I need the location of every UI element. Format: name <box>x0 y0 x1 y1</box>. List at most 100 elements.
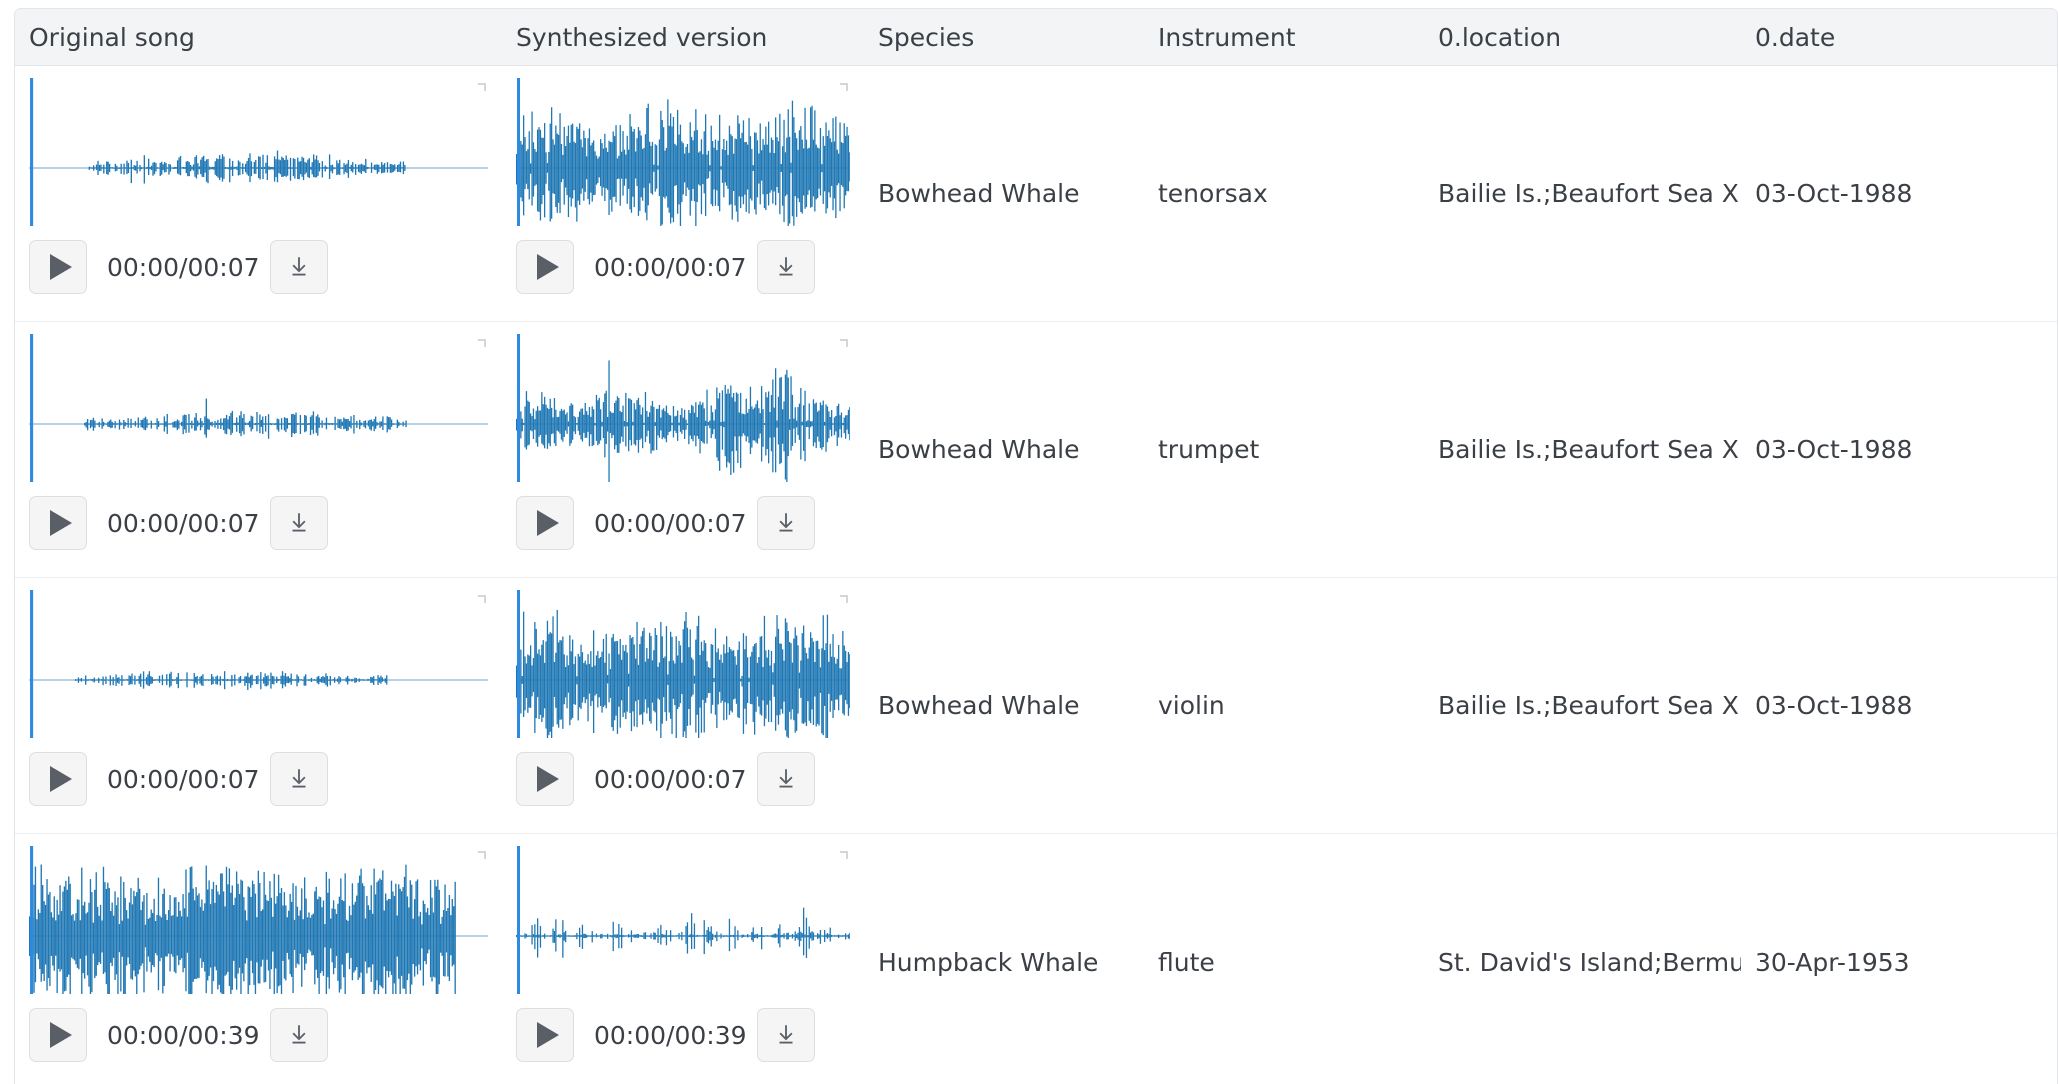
audio-player-widget: 00:00/00:39 <box>516 846 850 1078</box>
play-button[interactable] <box>29 240 87 294</box>
table-body: 00:00/00:0700:00/00:07Bowhead Whaletenor… <box>15 66 2057 1084</box>
instrument-cell: flute <box>1144 834 1424 1084</box>
play-icon <box>50 1022 72 1048</box>
species-cell: Humpback Whale <box>864 834 1144 1084</box>
download-icon <box>773 1022 799 1048</box>
waveform-display[interactable] <box>516 334 850 482</box>
time-display: 00:00/00:07 <box>574 765 757 794</box>
play-icon <box>537 766 559 792</box>
play-icon <box>50 766 72 792</box>
location-cell: Bailie Is.;Beaufort Sea X <box>1424 66 1741 321</box>
audio-player-widget: 00:00/00:07 <box>516 334 850 566</box>
column-header-date[interactable]: 0.date <box>1741 23 2058 52</box>
waveform-display[interactable] <box>29 846 488 994</box>
time-display: 00:00/00:07 <box>87 509 270 538</box>
play-button[interactable] <box>516 752 574 806</box>
waveform-display[interactable] <box>516 590 850 738</box>
column-header-species[interactable]: Species <box>864 23 1144 52</box>
download-icon <box>286 254 312 280</box>
audio-controls: 00:00/00:07 <box>29 240 488 294</box>
date-cell: 03-Oct-1988 <box>1741 66 2058 321</box>
play-button[interactable] <box>516 496 574 550</box>
column-header-original-song[interactable]: Original song <box>15 23 502 52</box>
table-row[interactable]: 00:00/00:07 00:00/00:07 Bowhead Whaletrump… <box>15 322 2057 578</box>
download-icon <box>773 254 799 280</box>
instrument-cell: violin <box>1144 578 1424 833</box>
audio-player-widget: 00:00/00:07 <box>29 590 488 822</box>
play-button[interactable] <box>29 1008 87 1062</box>
waveform-display[interactable] <box>516 846 850 994</box>
original-song-cell: 00:00/00:39 <box>15 834 502 1084</box>
waveform-display[interactable] <box>29 334 488 482</box>
time-display: 00:00/00:07 <box>574 509 757 538</box>
download-button[interactable] <box>270 496 328 550</box>
synthesized-version-cell: 00:00/00:07 <box>502 578 864 833</box>
time-display: 00:00/00:07 <box>87 765 270 794</box>
download-icon <box>773 766 799 792</box>
column-header-location[interactable]: 0.location <box>1424 23 1741 52</box>
audio-controls: 00:00/00:07 <box>516 496 850 550</box>
download-button[interactable] <box>757 240 815 294</box>
download-button[interactable] <box>757 1008 815 1062</box>
download-button[interactable] <box>270 752 328 806</box>
waveform-display[interactable] <box>29 78 488 226</box>
play-icon <box>537 1022 559 1048</box>
time-display: 00:00/00:39 <box>574 1021 757 1050</box>
audio-player-widget: 00:00/00:39 <box>29 846 488 1078</box>
waveform-display[interactable] <box>29 590 488 738</box>
download-icon <box>286 510 312 536</box>
synthesized-version-cell: 00:00/00:07 <box>502 322 864 577</box>
play-icon <box>537 254 559 280</box>
original-song-cell: 00:00/00:07 <box>15 322 502 577</box>
audio-controls: 00:00/00:07 <box>29 752 488 806</box>
column-header-instrument[interactable]: Instrument <box>1144 23 1424 52</box>
location-cell: St. David's Island;Bermuda <box>1424 834 1741 1084</box>
table-row[interactable]: 00:00/00:07 00:00/00:07 Bowhead Whalevioli… <box>15 578 2057 834</box>
audio-controls: 00:00/00:07 <box>29 496 488 550</box>
audio-player-widget: 00:00/00:07 <box>29 334 488 566</box>
audio-comparison-table: Original song Synthesized version Specie… <box>14 8 2058 1084</box>
column-header-synthesized-version[interactable]: Synthesized version <box>502 23 864 52</box>
download-icon <box>773 510 799 536</box>
play-button[interactable] <box>29 752 87 806</box>
audio-controls: 00:00/00:07 <box>516 752 850 806</box>
table-header-row: Original song Synthesized version Specie… <box>15 9 2057 66</box>
date-cell: 03-Oct-1988 <box>1741 322 2058 577</box>
audio-controls: 00:00/00:07 <box>516 240 850 294</box>
time-display: 00:00/00:07 <box>574 253 757 282</box>
dataframe-container: Original song Synthesized version Specie… <box>0 0 2058 1084</box>
date-cell: 03-Oct-1988 <box>1741 578 2058 833</box>
waveform-display[interactable] <box>516 78 850 226</box>
species-cell: Bowhead Whale <box>864 66 1144 321</box>
play-icon <box>537 510 559 536</box>
table-row[interactable]: 00:00/00:0700:00/00:07Bowhead Whaletenor… <box>15 66 2057 322</box>
location-cell: Bailie Is.;Beaufort Sea X <box>1424 322 1741 577</box>
download-button[interactable] <box>757 496 815 550</box>
table-row[interactable]: 00:00/00:39 00:00/00:39 Humpback Whaleflut… <box>15 834 2057 1084</box>
original-song-cell: 00:00/00:07 <box>15 578 502 833</box>
play-icon <box>50 510 72 536</box>
audio-player-widget: 00:00/00:07 <box>516 590 850 822</box>
location-cell: Bailie Is.;Beaufort Sea X <box>1424 578 1741 833</box>
species-cell: Bowhead Whale <box>864 322 1144 577</box>
time-display: 00:00/00:07 <box>87 253 270 282</box>
download-button[interactable] <box>757 752 815 806</box>
original-song-cell: 00:00/00:07 <box>15 66 502 321</box>
play-icon <box>50 254 72 280</box>
play-button[interactable] <box>516 1008 574 1062</box>
download-icon <box>286 1022 312 1048</box>
date-cell: 30-Apr-1953 <box>1741 834 2058 1084</box>
audio-player-widget: 00:00/00:07 <box>516 78 850 310</box>
play-button[interactable] <box>516 240 574 294</box>
species-cell: Bowhead Whale <box>864 578 1144 833</box>
audio-controls: 00:00/00:39 <box>516 1008 850 1062</box>
time-display: 00:00/00:39 <box>87 1021 270 1050</box>
play-button[interactable] <box>29 496 87 550</box>
audio-controls: 00:00/00:39 <box>29 1008 488 1062</box>
download-button[interactable] <box>270 1008 328 1062</box>
instrument-cell: trumpet <box>1144 322 1424 577</box>
download-button[interactable] <box>270 240 328 294</box>
synthesized-version-cell: 00:00/00:39 <box>502 834 864 1084</box>
audio-player-widget: 00:00/00:07 <box>29 78 488 310</box>
download-icon <box>286 766 312 792</box>
